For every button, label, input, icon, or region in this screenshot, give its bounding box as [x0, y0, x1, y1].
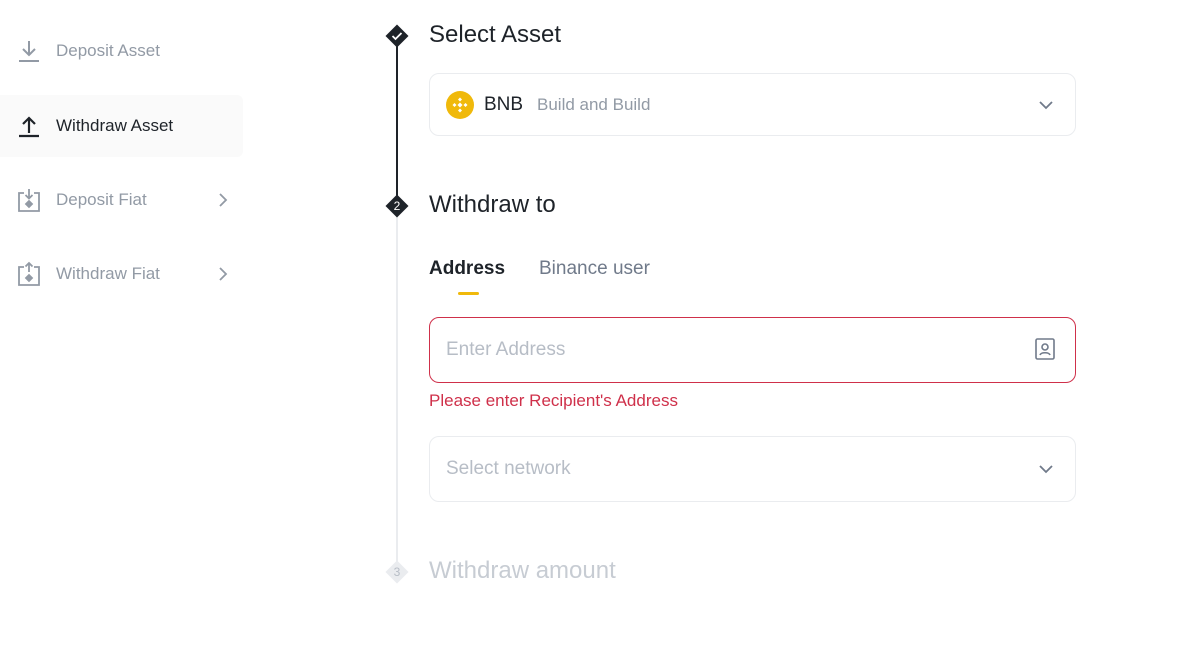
- address-field-wrapper: [429, 317, 1076, 383]
- svg-text:2: 2: [394, 199, 401, 213]
- sidebar-item-label: Withdraw Fiat: [56, 264, 160, 283]
- download-icon: [15, 37, 43, 65]
- step-number-badge: 3: [385, 560, 409, 584]
- svg-text:3: 3: [394, 565, 401, 579]
- step-connector-completed: [396, 40, 398, 198]
- bnb-coin-icon: [446, 91, 474, 119]
- chevron-down-icon: [1039, 465, 1053, 474]
- address-input[interactable]: [446, 318, 1016, 381]
- asset-symbol: BNB: [484, 94, 524, 115]
- sidebar-item-withdraw-asset[interactable]: Withdraw Asset: [0, 95, 243, 157]
- step-title-select-asset: Select Asset: [429, 21, 562, 48]
- upload-icon: [15, 112, 43, 140]
- step-connector-pending: [396, 216, 398, 562]
- step-title-withdraw-to: Withdraw to: [429, 191, 556, 218]
- deposit-fiat-icon: [15, 186, 43, 214]
- chevron-right-icon: [219, 193, 228, 207]
- sidebar: Deposit Asset Withdraw Asset Deposit Fia…: [0, 0, 243, 671]
- chevron-right-icon: [219, 267, 228, 281]
- step-check-icon: [385, 24, 409, 48]
- step-title-withdraw-amount: Withdraw amount: [429, 557, 616, 584]
- address-error-message: Please enter Recipient's Address: [429, 391, 678, 410]
- tab-binance-user[interactable]: Binance user: [539, 258, 650, 280]
- chevron-down-icon: [1039, 100, 1053, 109]
- tab-address[interactable]: Address: [429, 258, 505, 280]
- sidebar-item-deposit-asset[interactable]: Deposit Asset: [0, 20, 243, 82]
- sidebar-item-label: Withdraw Asset: [56, 116, 174, 135]
- network-placeholder: Select network: [446, 458, 571, 479]
- sidebar-item-label: Deposit Fiat: [56, 190, 147, 209]
- active-tab-indicator: [458, 292, 479, 295]
- withdraw-fiat-icon: [15, 260, 43, 288]
- network-select[interactable]: Select network: [429, 436, 1076, 502]
- asset-name: Build and Build: [537, 95, 651, 114]
- step-number-badge: 2: [385, 194, 409, 218]
- sidebar-item-label: Deposit Asset: [56, 41, 160, 60]
- sidebar-item-withdraw-fiat[interactable]: Withdraw Fiat: [0, 243, 243, 305]
- sidebar-item-deposit-fiat[interactable]: Deposit Fiat: [0, 169, 243, 231]
- address-book-icon[interactable]: [1033, 337, 1057, 361]
- asset-select[interactable]: BNB Build and Build: [429, 73, 1076, 136]
